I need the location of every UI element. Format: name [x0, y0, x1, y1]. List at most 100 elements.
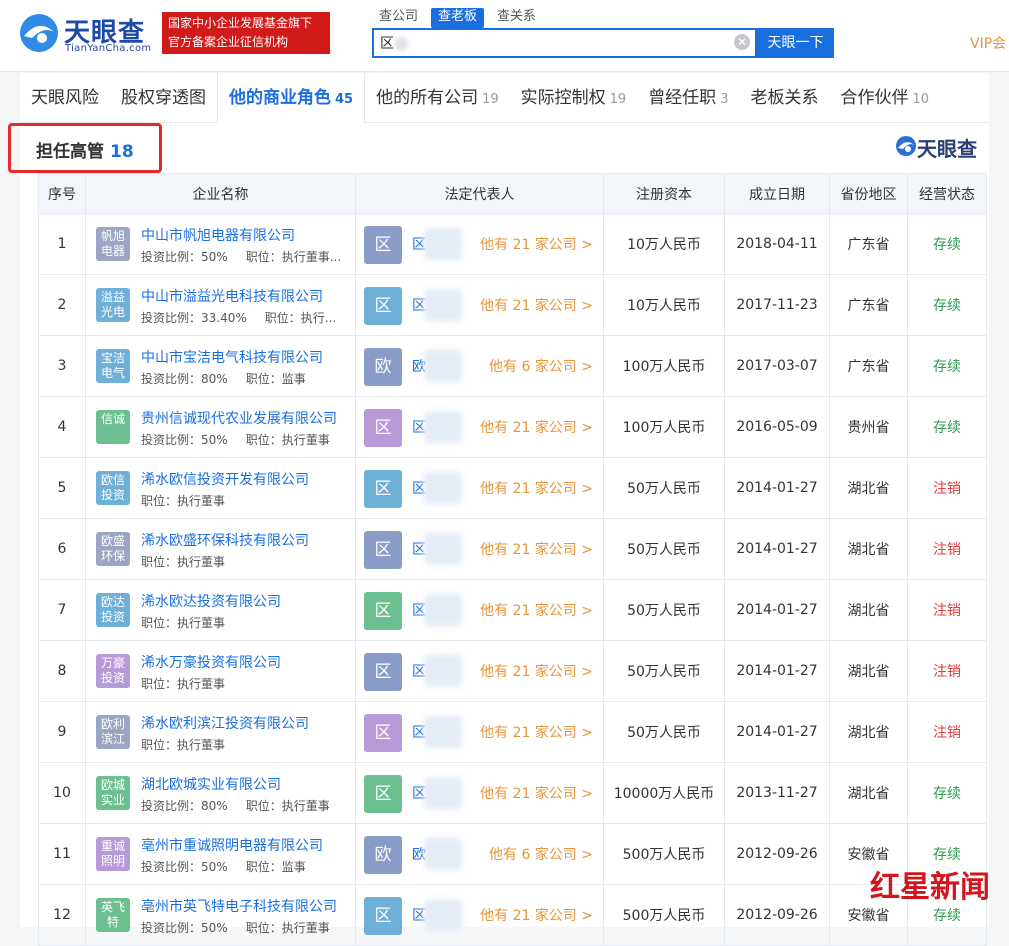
table-row[interactable]: 1 帆旭 电器 中山市帆旭电器有限公司 投资比例：50% 职位：执行董事... 区区他有 … [38, 213, 987, 275]
company-name-link[interactable]: 浠水万豪投资有限公司 [141, 652, 281, 672]
capital-cell: 10万人民币 [603, 213, 725, 275]
tab-equity-graph[interactable]: 股权穿透图 [110, 73, 217, 123]
tab-label: 老板关系 [750, 88, 819, 108]
table-row[interactable]: 10 欧城 实业 湖北欧城实业有限公司 投资比例：80% 职位：执行董事区区他有 21 … [38, 762, 987, 824]
table-row[interactable]: 7 欧达 投资 浠水欧达投资有限公司 职位：执行董事区区他有 21 家公司 >50万人… [38, 579, 987, 641]
search-tab-company[interactable]: 查公司 [372, 8, 425, 28]
rep-avatar[interactable]: 区 [364, 775, 402, 813]
row-index: 2 [38, 274, 86, 336]
table-row[interactable]: 3 宝洁 电气 中山市宝洁电气科技有限公司 投资比例：80% 职位：监事欧欧他有 6 家… [38, 335, 987, 397]
company-cell: 宝洁 电气 中山市宝洁电气科技有限公司 投资比例：80% 职位：监事 [85, 335, 356, 397]
company-info: 职位：执行董事 [141, 553, 351, 570]
legal-rep-cell: 欧欧他有 6 家公司 > [355, 823, 604, 885]
tab-risk[interactable]: 天眼风险 [20, 73, 110, 123]
date-cell: 2014-01-27 [724, 579, 830, 641]
rep-avatar[interactable]: 区 [364, 714, 402, 752]
rep-companies-link[interactable]: 他有 21 家公司 > [480, 600, 593, 620]
tab-count: 45 [335, 92, 354, 107]
date-cell: 2017-03-07 [724, 335, 830, 397]
rep-companies-link[interactable]: 他有 21 家公司 > [480, 905, 593, 925]
rep-avatar[interactable]: 区 [364, 531, 402, 569]
clear-search-icon[interactable]: ✕ [734, 34, 750, 50]
table-row[interactable]: 12 英飞 特亳州市英飞特电子科技有限公司 投资比例：50% 职位：执行董事区区他有 … [38, 884, 987, 946]
company-name-link[interactable]: 亳州市重诚照明电器有限公司 [141, 835, 323, 855]
search-tab-relation[interactable]: 查关系 [490, 8, 543, 28]
status-badge: 注销 [907, 640, 987, 702]
rep-avatar[interactable]: 欧 [364, 348, 402, 386]
rep-avatar[interactable]: 区 [364, 409, 402, 447]
table-row[interactable]: 9 欧利 滨江 浠水欧利滨江投资有限公司 职位：执行董事区区他有 21 家公司 >50… [38, 701, 987, 763]
company-logo[interactable]: 欧利 滨江 [96, 715, 130, 749]
rep-companies-link[interactable]: 他有 21 家公司 > [480, 478, 593, 498]
rep-avatar[interactable]: 区 [364, 226, 402, 264]
search-tab-boss[interactable]: 查老板 [431, 8, 485, 28]
company-logo[interactable]: 宝洁 电气 [96, 349, 130, 383]
company-name-link[interactable]: 中山市溢益光电科技有限公司 [141, 286, 323, 306]
company-logo[interactable]: 欧盛 环保 [96, 532, 130, 566]
company-info: 职位：执行董事 [141, 675, 351, 692]
company-name-link[interactable]: 浠水欧盛环保科技有限公司 [141, 530, 309, 550]
company-name-link[interactable]: 浠水欧达投资有限公司 [141, 591, 281, 611]
table-row[interactable]: 5 欧信 投资 浠水欧信投资开发有限公司 职位：执行董事区区他有 21 家公司 >50… [38, 457, 987, 519]
company-name-link[interactable]: 湖北欧城实业有限公司 [141, 774, 281, 794]
table-row[interactable]: 2 溢益 光电 中山市溢益光电科技有限公司 投资比例：33.40% 职位：执行... 区区… [38, 274, 987, 336]
tab-partners[interactable]: 合作伙伴 10 [829, 73, 940, 123]
company-name-link[interactable]: 亳州市英飞特电子科技有限公司 [141, 896, 337, 916]
capital-cell: 100万人民币 [603, 335, 725, 397]
tianyancha-logo[interactable]: 天眼查 TianYanCha.com [18, 10, 158, 56]
rep-companies-link[interactable]: 他有 21 家公司 > [480, 417, 593, 437]
hongxing-news-watermark: 红星新闻 [870, 870, 990, 905]
company-logo[interactable]: 溢益 光电 [96, 288, 130, 322]
rep-avatar[interactable]: 区 [364, 653, 402, 691]
company-logo[interactable]: 欧城 实业 [96, 776, 130, 810]
company-logo[interactable]: 欧信 投资 [96, 471, 130, 505]
legal-rep-cell: 区区他有 21 家公司 > [355, 396, 604, 458]
company-name-link[interactable]: 中山市帆旭电器有限公司 [141, 225, 295, 245]
rep-companies-link[interactable]: 他有 21 家公司 > [480, 661, 593, 681]
company-name-link[interactable]: 中山市宝洁电气科技有限公司 [141, 347, 323, 367]
table-row[interactable]: 8 万豪 投资 浠水万豪投资有限公司 职位：执行董事区区他有 21 家公司 >50万人… [38, 640, 987, 702]
vip-link[interactable]: VIP会 [970, 33, 1006, 53]
tab-label: 他的所有公司 [376, 88, 479, 108]
official-notice-badge[interactable]: 国家中小企业发展基金旗下 官方备案企业征信机构 [162, 12, 330, 54]
row-index: 6 [38, 518, 86, 580]
logo-subtitle: TianYanCha.com [65, 43, 152, 54]
rep-companies-link[interactable]: 他有 21 家公司 > [480, 234, 593, 254]
company-name-link[interactable]: 浠水欧信投资开发有限公司 [141, 469, 309, 489]
rep-avatar[interactable]: 区 [364, 287, 402, 325]
rep-avatar[interactable]: 欧 [364, 836, 402, 874]
rep-companies-link[interactable]: 他有 21 家公司 > [480, 539, 593, 559]
tab-all-companies[interactable]: 他的所有公司 19 [365, 73, 510, 123]
info-secondary: 职位：执行董事... [245, 250, 342, 264]
status-badge: 存续 [907, 762, 987, 824]
tab-business-roles[interactable]: 他的商业角色 45 [217, 73, 366, 123]
table-row[interactable]: 4 信诚 贵州信诚现代农业发展有限公司 投资比例：50% 职位：执行董事区区他有 21 … [38, 396, 987, 458]
company-logo[interactable]: 帆旭 电器 [96, 227, 130, 261]
province-cell: 广东省 [829, 274, 908, 336]
table-row[interactable]: 6 欧盛 环保 浠水欧盛环保科技有限公司 职位：执行董事区区他有 21 家公司 >50… [38, 518, 987, 580]
rep-avatar[interactable]: 区 [364, 470, 402, 508]
rep-companies-link[interactable]: 他有 6 家公司 > [489, 356, 593, 376]
tab-boss-relations[interactable]: 老板关系 [739, 73, 829, 123]
rep-companies-link[interactable]: 他有 21 家公司 > [480, 722, 593, 742]
row-index: 8 [38, 640, 86, 702]
tab-actual-control[interactable]: 实际控制权 19 [510, 73, 638, 123]
table-row[interactable]: 11 重诚 照明 亳州市重诚照明电器有限公司 投资比例：50% 职位：监事欧欧他有 6 … [38, 823, 987, 885]
rep-companies-link[interactable]: 他有 6 家公司 > [489, 844, 593, 864]
tab-past-positions[interactable]: 曾经任职 3 [637, 73, 739, 123]
rep-avatar[interactable]: 区 [364, 592, 402, 630]
company-name-link[interactable]: 贵州信诚现代农业发展有限公司 [141, 408, 337, 428]
rep-companies-link[interactable]: 他有 21 家公司 > [480, 295, 593, 315]
info-secondary: 职位：执行董事 [245, 921, 330, 935]
company-logo[interactable]: 万豪 投资 [96, 654, 130, 688]
rep-avatar[interactable]: 区 [364, 897, 402, 935]
redacted-blur [424, 472, 462, 504]
company-name-link[interactable]: 浠水欧利滨江投资有限公司 [141, 713, 309, 733]
company-logo[interactable]: 欧达 投资 [96, 593, 130, 627]
search-input[interactable]: 区 [380, 33, 720, 53]
search-button[interactable]: 天眼一下 [757, 28, 834, 58]
company-logo[interactable]: 重诚 照明 [96, 837, 130, 871]
capital-cell: 500万人民币 [603, 823, 725, 885]
rep-companies-link[interactable]: 他有 21 家公司 > [480, 783, 593, 803]
company-logo[interactable]: 信诚 [96, 410, 130, 444]
